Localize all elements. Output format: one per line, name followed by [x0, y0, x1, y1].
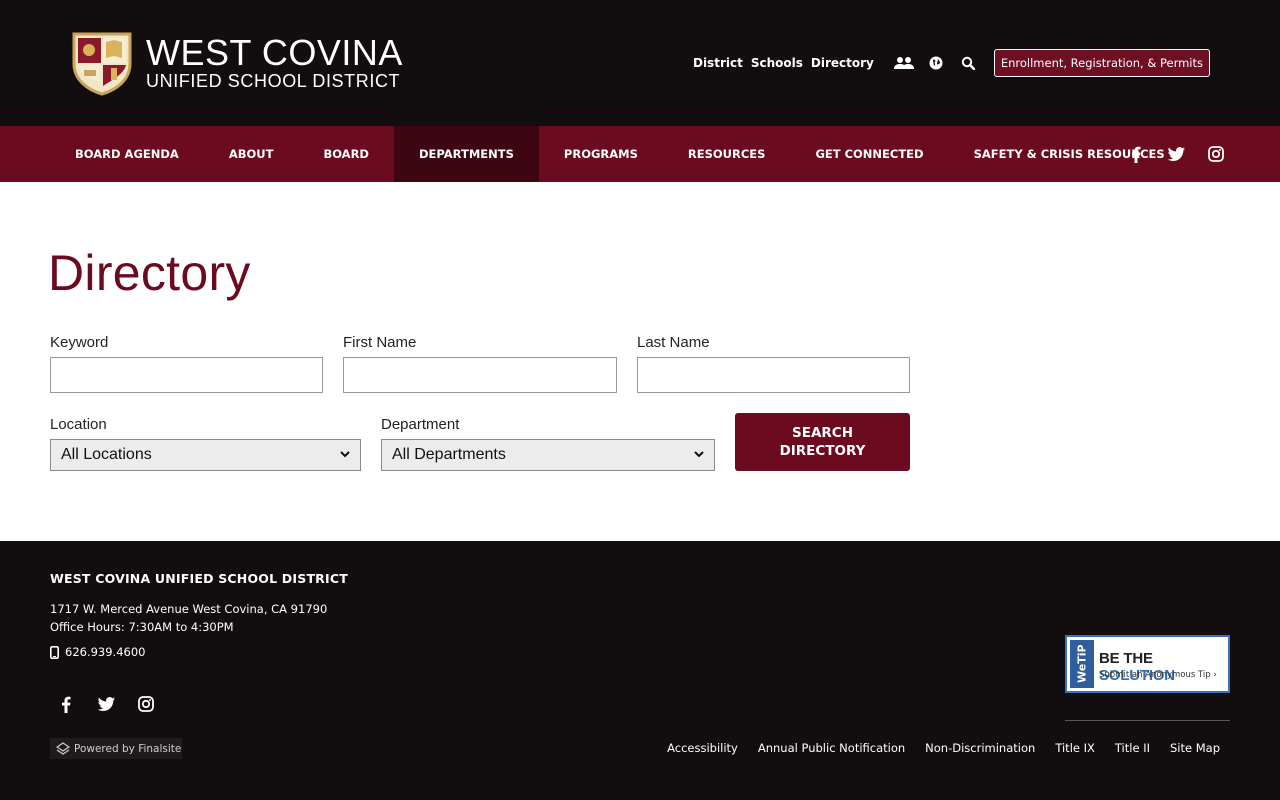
nav-social-links: [1108, 126, 1228, 182]
footer-link-title-ii[interactable]: Title II: [1115, 741, 1150, 755]
department-select[interactable]: All Departments: [381, 439, 715, 471]
twitter-icon[interactable]: [94, 692, 118, 716]
search-directory-button[interactable]: SEARCH DIRECTORY: [735, 413, 910, 471]
page-title: Directory: [48, 245, 251, 301]
logo-title: WEST COVINA: [146, 32, 403, 73]
wetip-headline-part1: BE THE: [1099, 650, 1153, 667]
utility-link-district[interactable]: District: [693, 56, 743, 70]
location-select-value: All Locations: [61, 446, 152, 463]
facebook-icon[interactable]: [54, 692, 78, 716]
powered-by-finalsite[interactable]: Powered by Finalsite: [50, 738, 182, 759]
footer-link-title-ix[interactable]: Title IX: [1055, 741, 1095, 755]
chevron-down-icon: [340, 450, 350, 461]
footer-link-non-discrimination[interactable]: Non-Discrimination: [925, 741, 1035, 755]
footer-phone[interactable]: 626.939.4600: [50, 645, 145, 659]
footer-links: Accessibility Annual Public Notification…: [647, 741, 1220, 755]
utility-link-directory[interactable]: Directory: [811, 56, 874, 70]
footer-divider: [1065, 720, 1230, 721]
nav-item-resources[interactable]: RESOURCES: [663, 126, 791, 182]
footer-link-annual-public-notification[interactable]: Annual Public Notification: [758, 741, 905, 755]
globe-icon[interactable]: [926, 53, 946, 73]
users-icon[interactable]: [893, 53, 914, 73]
nav-item-get-connected[interactable]: GET CONNECTED: [790, 126, 948, 182]
mobile-phone-icon: [50, 645, 59, 659]
nav-item-programs[interactable]: PROGRAMS: [539, 126, 663, 182]
footer-hours: Office Hours: 7:30AM to 4:30PM: [50, 620, 234, 634]
site-header: WEST COVINA UNIFIED SCHOOL DISTRICT Dist…: [0, 0, 1280, 126]
keyword-label: Keyword: [50, 334, 109, 351]
chevron-down-icon: [694, 450, 704, 461]
footer-link-accessibility[interactable]: Accessibility: [667, 741, 738, 755]
location-select[interactable]: All Locations: [50, 439, 361, 471]
footer-address-block: 1717 W. Merced Avenue West Covina, CA 91…: [50, 600, 327, 636]
enrollment-button[interactable]: Enrollment, Registration, & Permits: [993, 49, 1210, 77]
location-label: Location: [50, 416, 107, 433]
nav-item-board[interactable]: BOARD: [298, 126, 394, 182]
search-icon[interactable]: [958, 53, 978, 73]
wetip-logo: WeTiP: [1070, 640, 1094, 688]
nav-item-about[interactable]: ABOUT: [204, 126, 299, 182]
instagram-icon[interactable]: [134, 692, 158, 716]
footer-address: 1717 W. Merced Avenue West Covina, CA 91…: [50, 602, 328, 616]
wetip-subtext: Submit an Anonymous Tip ›: [1099, 670, 1217, 680]
utility-nav: District Schools Directory Enrollment, R…: [693, 49, 1210, 77]
nav-item-departments[interactable]: DEPARTMENTS: [393, 126, 539, 182]
first-name-input[interactable]: [343, 357, 617, 393]
department-label: Department: [381, 416, 460, 433]
finalsite-logo-icon: [56, 741, 70, 755]
utility-link-schools[interactable]: Schools: [751, 56, 803, 70]
site-footer: WEST COVINA UNIFIED SCHOOL DISTRICT 1717…: [0, 541, 1280, 800]
keyword-input[interactable]: [50, 357, 323, 393]
wetip-banner[interactable]: WeTiP BE THE SOLUTION Submit an Anonymou…: [1065, 635, 1230, 693]
crest-icon: [72, 32, 132, 96]
district-logo[interactable]: WEST COVINA UNIFIED SCHOOL DISTRICT: [70, 30, 403, 96]
twitter-icon[interactable]: [1164, 142, 1188, 166]
logo-subtitle: UNIFIED SCHOOL DISTRICT: [146, 71, 401, 91]
footer-phone-number: 626.939.4600: [65, 645, 146, 659]
last-name-label: Last Name: [637, 334, 710, 351]
main-navigation: BOARD AGENDA ABOUT BOARD DEPARTMENTS PRO…: [0, 126, 1280, 182]
nav-item-board-agenda[interactable]: BOARD AGENDA: [50, 126, 204, 182]
first-name-label: First Name: [343, 334, 417, 351]
footer-social-links: [54, 692, 174, 716]
footer-link-site-map[interactable]: Site Map: [1170, 741, 1220, 755]
instagram-icon[interactable]: [1204, 142, 1228, 166]
powered-by-text: Powered by Finalsite: [74, 742, 182, 755]
wetip-side-text: WeTiP: [1075, 644, 1089, 684]
department-select-value: All Departments: [392, 446, 506, 463]
search-button-line1: SEARCH: [792, 425, 853, 441]
search-button-line2: DIRECTORY: [779, 443, 866, 459]
footer-title: WEST COVINA UNIFIED SCHOOL DISTRICT: [50, 571, 348, 586]
last-name-input[interactable]: [637, 357, 910, 393]
facebook-icon[interactable]: [1124, 142, 1148, 166]
